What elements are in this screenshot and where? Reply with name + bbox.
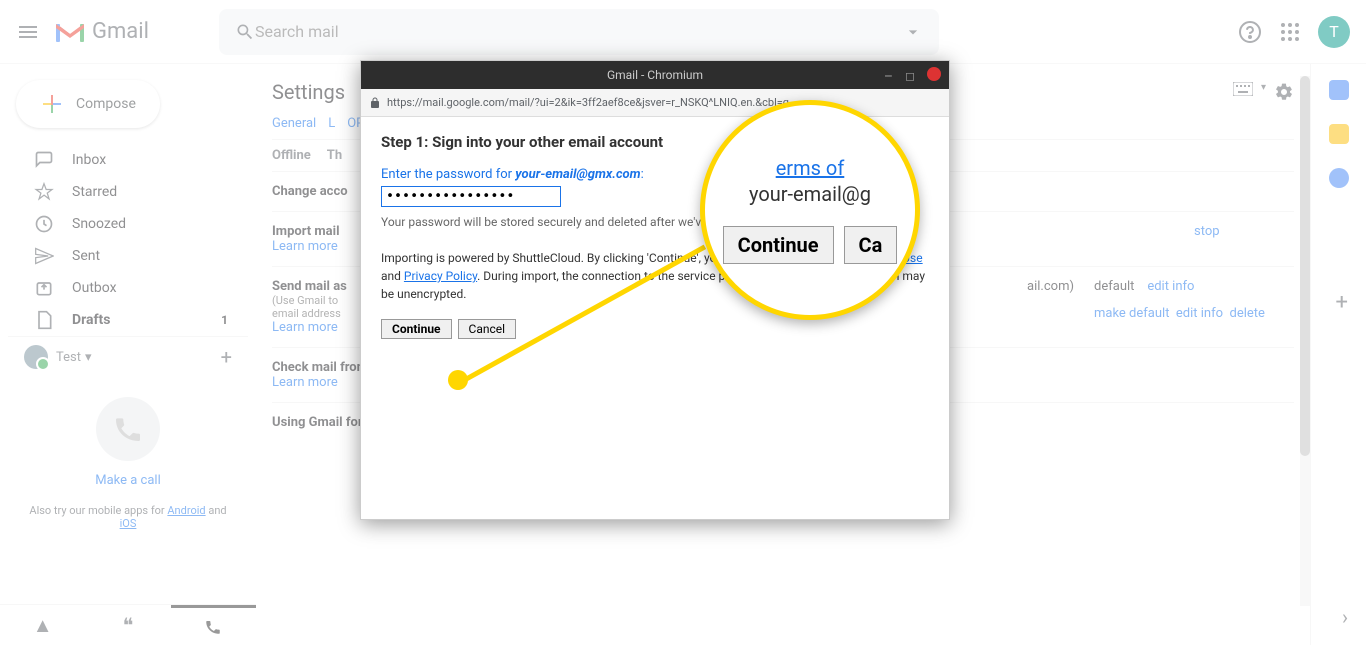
lock-icon: [369, 97, 381, 109]
search-icon: [235, 22, 255, 42]
gmail-logo[interactable]: Gmail: [56, 19, 149, 44]
popup-title: Gmail - Chromium: [607, 68, 703, 82]
import-stop[interactable]: stop: [1194, 224, 1220, 239]
subtab-offline[interactable]: Offline: [272, 148, 311, 163]
sidebar-item-outbox[interactable]: Outbox: [8, 272, 240, 304]
outbox-icon: [34, 278, 54, 298]
account-name: Test: [56, 350, 81, 365]
menu-icon[interactable]: [16, 20, 40, 44]
contacts-tab-icon[interactable]: ▲: [0, 605, 85, 645]
phone-tab-icon[interactable]: [171, 605, 256, 645]
delete-alias[interactable]: delete: [1230, 306, 1265, 321]
sidebar-item-drafts[interactable]: Drafts1: [8, 304, 240, 336]
add-sidepanel-icon[interactable]: +: [1336, 290, 1348, 315]
popup-close-icon[interactable]: [927, 67, 941, 81]
magnifier-callout: erms of your-email@g Continue Ca: [700, 100, 920, 320]
password-input[interactable]: [381, 186, 561, 207]
tab-l[interactable]: L: [328, 116, 335, 131]
star-icon: [34, 182, 54, 202]
tab-general[interactable]: General: [272, 116, 316, 131]
edit-info-2[interactable]: edit info: [1176, 306, 1223, 321]
sidebar-item-starred[interactable]: Starred: [8, 176, 240, 208]
magnified-continue: Continue: [723, 226, 834, 264]
clock-icon: [34, 214, 54, 234]
help-icon[interactable]: [1238, 20, 1262, 44]
page-title: Settings: [272, 80, 345, 104]
dropdown-icon[interactable]: [903, 22, 923, 42]
make-call-link[interactable]: Make a call: [28, 473, 228, 488]
send-icon: [34, 246, 54, 266]
gear-icon[interactable]: [1274, 82, 1294, 102]
hangouts-tab-icon[interactable]: ❝: [85, 605, 170, 645]
search-bar[interactable]: [219, 9, 939, 55]
phone-icon: [96, 397, 160, 461]
search-input[interactable]: [255, 22, 903, 41]
ios-link[interactable]: iOS: [120, 517, 137, 530]
subtab-th[interactable]: Th: [327, 148, 342, 163]
apps-icon[interactable]: [1278, 20, 1302, 44]
account-avatar-icon: [24, 345, 48, 369]
account-selector[interactable]: Test ▾ +: [8, 336, 248, 377]
draft-icon: [34, 310, 54, 330]
keyboard-icon[interactable]: [1233, 82, 1253, 96]
tasks-icon[interactable]: [1329, 168, 1349, 188]
popup-minimize-icon[interactable]: –: [884, 69, 893, 85]
popup-url: https://mail.google.com/mail/?ui=2&ik=3f…: [387, 96, 798, 109]
mobile-apps-text: Also try our mobile apps for Android and…: [28, 504, 228, 530]
callout-dot: [448, 370, 468, 390]
compose-button[interactable]: Compose: [16, 80, 160, 128]
app-name: Gmail: [92, 19, 149, 44]
inbox-icon: [34, 150, 54, 170]
avatar[interactable]: T: [1318, 16, 1350, 48]
cancel-button[interactable]: Cancel: [458, 319, 517, 339]
collapse-panel-icon[interactable]: ›: [1342, 605, 1348, 629]
scrollbar[interactable]: [1300, 76, 1310, 606]
keep-icon[interactable]: [1329, 124, 1349, 144]
add-account-icon[interactable]: +: [221, 345, 232, 369]
make-default[interactable]: make default: [1094, 306, 1169, 321]
sidebar-item-snoozed[interactable]: Snoozed: [8, 208, 240, 240]
sidebar-item-sent[interactable]: Sent: [8, 240, 240, 272]
edit-info-1[interactable]: edit info: [1147, 279, 1194, 294]
compose-label: Compose: [76, 96, 136, 112]
plus-icon: [40, 92, 64, 116]
privacy-link[interactable]: Privacy Policy: [404, 269, 477, 283]
popup-maximize-icon[interactable]: ◻: [905, 69, 915, 83]
sidebar-item-inbox[interactable]: Inbox: [8, 144, 240, 176]
continue-button[interactable]: Continue: [381, 319, 452, 339]
calendar-icon[interactable]: [1329, 80, 1349, 100]
magnified-cancel: Ca: [844, 226, 898, 264]
android-link[interactable]: Android: [167, 504, 205, 517]
